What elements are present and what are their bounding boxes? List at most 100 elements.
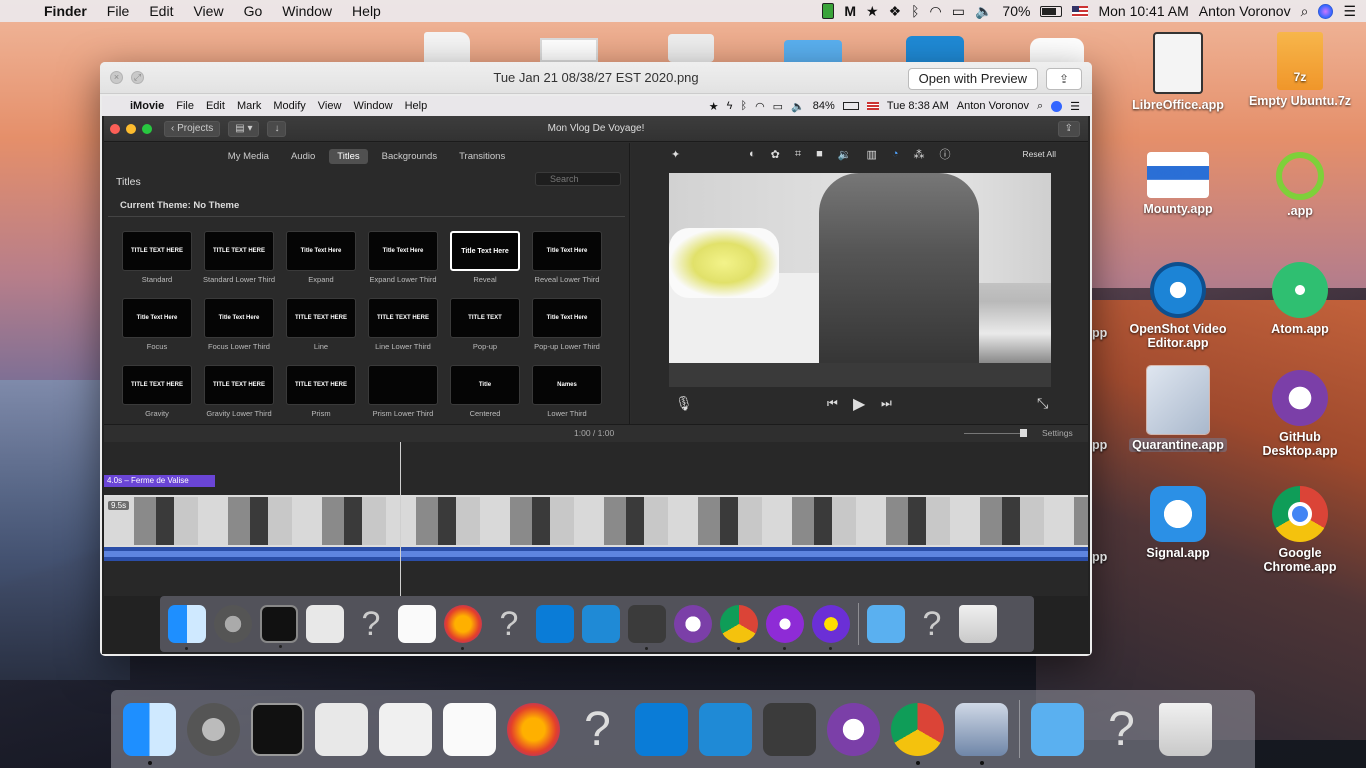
menu-edit[interactable]: Edit	[139, 3, 183, 19]
desktop-icon-quarantine[interactable]: Quarantine.app	[1123, 365, 1233, 452]
inner-clock: Tue 8:38 AM	[886, 100, 949, 112]
desktop-icon-signal[interactable]: Signal.app	[1123, 486, 1233, 560]
inner-menu-window: Window	[353, 100, 393, 112]
share-icon: ⇪	[1058, 72, 1070, 86]
desktop-icon-atom[interactable]: Atom.app	[1245, 262, 1355, 336]
spotlight-icon[interactable]: ⌕	[1301, 3, 1309, 20]
flag-icon[interactable]	[1072, 5, 1089, 17]
textedit-icon[interactable]	[443, 702, 496, 756]
finder-icon[interactable]	[123, 702, 176, 765]
title-tile: TITLE TEXT HERE Gravity Lower Third	[198, 365, 280, 430]
unknown-app-icon[interactable]: ?	[1095, 703, 1148, 756]
desktop-icon-mounty[interactable]: MOUNTY Mounty.app	[1123, 152, 1233, 216]
chrome-icon[interactable]	[891, 702, 944, 765]
battery-percent[interactable]: 70%	[1002, 3, 1030, 19]
title-tile: Title Text Here Expand	[280, 231, 362, 296]
inner-menu-edit: Edit	[205, 100, 225, 112]
vscode-icon[interactable]	[906, 36, 964, 62]
inner-menu-app: iMovie	[130, 100, 165, 112]
trash-icon[interactable]	[1159, 702, 1212, 756]
adjust-toolbar: ✦ ◐ ✿ ⌗ ■ 🔉 ▥ ◔ ⁂ ⓘ Reset All	[631, 143, 1088, 165]
notification-center-icon[interactable]: ☰	[1343, 3, 1356, 20]
projects-label: Projects	[177, 122, 214, 134]
title-tile: Title Centered	[444, 365, 526, 430]
battery-status-icon[interactable]	[822, 3, 835, 19]
m-logo-icon[interactable]: M	[844, 3, 856, 19]
desktop-icon-label: Empty Ubuntu.7z	[1248, 94, 1352, 108]
virtualbox-icon[interactable]	[955, 702, 1008, 765]
battery-icon[interactable]	[1040, 5, 1063, 17]
share-button[interactable]: ⇪	[1046, 68, 1082, 90]
desktop-icon-github-desktop[interactable]: GitHub Desktop.app	[1245, 370, 1355, 458]
video-frame	[669, 173, 1051, 387]
wifi-icon[interactable]: ◠	[930, 3, 942, 20]
menu-help[interactable]: Help	[342, 3, 391, 19]
section-title: Titles	[116, 176, 141, 188]
title-tile: TITLE TEXT HERE Standard	[116, 231, 198, 296]
desktop-icon-chrome[interactable]: Google Chrome.app	[1245, 486, 1355, 574]
desktop-icon-empty-ubuntu[interactable]: 7z Empty Ubuntu.7z	[1245, 32, 1355, 108]
virtualbox-vc-icon[interactable]	[635, 702, 688, 756]
text-editor-icon[interactable]	[379, 702, 432, 756]
title-thumbnail: TITLE TEXT HERE	[286, 365, 356, 405]
atom-icon	[1272, 262, 1328, 318]
title-clip: 4.0s – Ferme de Valise	[104, 475, 215, 487]
menu-user[interactable]: Anton Voronov	[1199, 3, 1291, 19]
title-thumbnail: Names	[532, 365, 602, 405]
title-thumbnail: Title Text Here	[368, 231, 438, 271]
desktop-icon-openshot[interactable]: OpenShot Video Editor.app	[1123, 262, 1233, 350]
filters-icon: ⁂	[913, 148, 925, 161]
inner-siri-icon	[1051, 100, 1063, 112]
script-icon[interactable]	[668, 34, 714, 62]
trash-icon	[959, 605, 997, 643]
menu-go[interactable]: Go	[234, 3, 273, 19]
desktop-icon-libreoffice[interactable]: LibreOffice.app	[1123, 32, 1233, 112]
slack-icon[interactable]	[1030, 38, 1084, 62]
inner-menu-file: File	[176, 100, 194, 112]
equalizer-icon: ▥	[866, 148, 877, 161]
archive-7z-icon: 7z	[1277, 32, 1323, 90]
inner-menu-bar: iMovie File Edit Mark Modify View Window…	[102, 96, 1090, 116]
firefox-icon[interactable]	[507, 702, 560, 756]
title-name: Centered	[469, 409, 501, 418]
menu-file[interactable]: File	[97, 3, 140, 19]
desktop-icon-label: .app	[1287, 204, 1313, 218]
crop-icon: ⌗	[794, 147, 802, 160]
tab-transitions: Transitions	[459, 150, 506, 162]
image-icon[interactable]	[540, 38, 598, 62]
zoom-slider-knob	[1020, 429, 1027, 437]
title-name: Standard Lower Third	[203, 275, 275, 284]
desktop-icon-label: Google Chrome.app	[1263, 546, 1337, 574]
bluetooth-icon[interactable]: ᛒ	[911, 3, 919, 19]
folder-icon[interactable]	[1031, 702, 1084, 756]
virtualbox-vc-icon	[536, 605, 574, 643]
menu-clock[interactable]: Mon 10:41 AM	[1098, 3, 1188, 19]
system-preferences-icon[interactable]	[187, 702, 240, 756]
open-with-preview-button[interactable]: Open with Preview	[907, 68, 1038, 90]
audio-waveform	[104, 547, 1088, 561]
inner-flag-icon	[866, 102, 879, 110]
bookmark-icon[interactable]: ❖	[889, 3, 902, 20]
menu-window[interactable]: Window	[272, 3, 342, 19]
airplay-icon[interactable]: ▭	[952, 3, 965, 20]
quicklook-titlebar: × ⤢ Tue Jan 21 08/38/27 EST 2020.png Ope…	[100, 62, 1092, 94]
folder-icon[interactable]	[784, 40, 842, 62]
sublime-text-icon[interactable]	[763, 702, 816, 756]
vscode-icon[interactable]	[699, 702, 752, 756]
menu-app-name[interactable]: Finder	[36, 3, 97, 19]
close-icon	[110, 123, 120, 134]
siri-icon[interactable]	[1318, 3, 1334, 19]
desktop-icon-app[interactable]: .app	[1245, 152, 1355, 218]
github-desktop-icon[interactable]	[827, 702, 880, 756]
terminal-icon[interactable]	[251, 702, 304, 756]
document-icon[interactable]	[424, 32, 470, 62]
menu-view[interactable]: View	[183, 3, 233, 19]
star-icon[interactable]: ★	[866, 3, 879, 20]
script-editor-icon[interactable]	[315, 702, 368, 756]
title-name: Gravity Lower Third	[206, 409, 272, 418]
inner-spotlight-icon: ⌕	[1036, 99, 1044, 112]
search-field: Search	[535, 172, 621, 186]
unknown-app-icon[interactable]: ?	[571, 703, 624, 756]
volume-icon[interactable]: 🔈	[975, 3, 992, 20]
stabilization-icon: ■	[816, 148, 823, 160]
